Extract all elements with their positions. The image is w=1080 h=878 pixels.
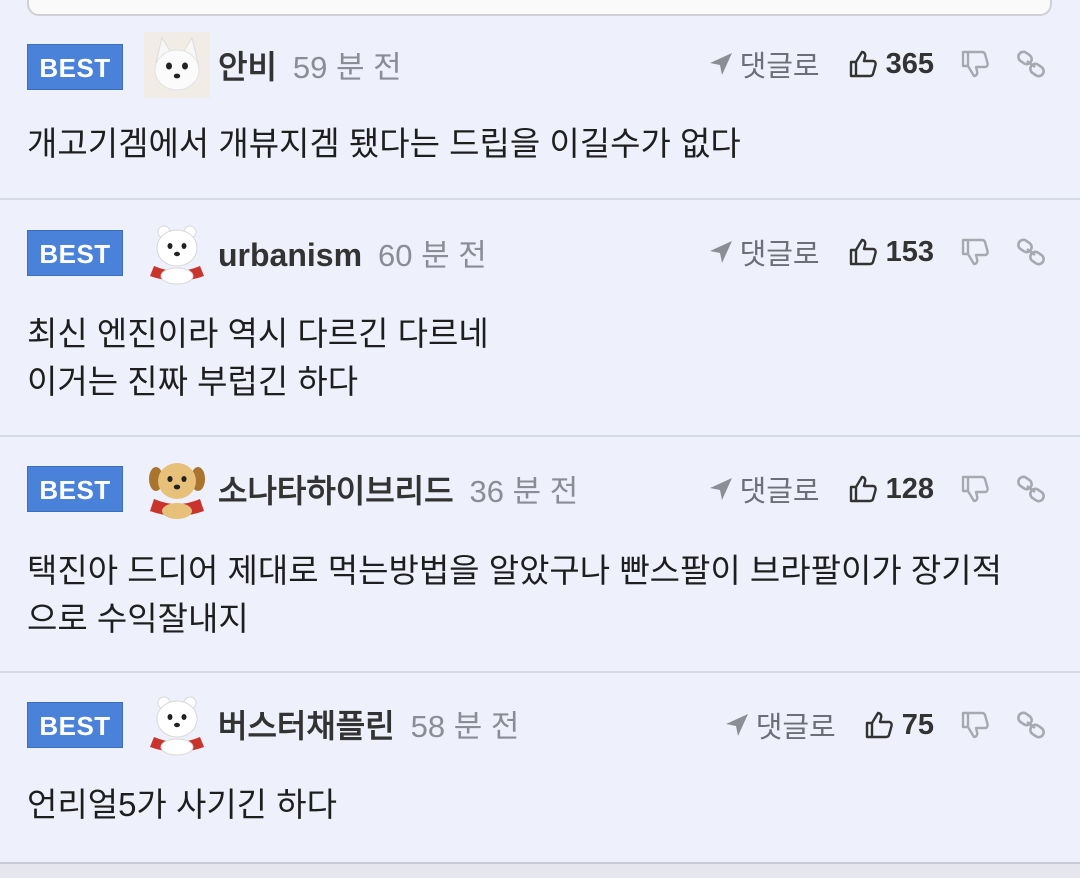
comment-actions: 댓글로 153 xyxy=(708,231,1046,273)
like-count: 153 xyxy=(885,235,934,268)
comment-actions: 댓글로 128 xyxy=(708,468,1046,510)
comment-actions: 댓글로 75 xyxy=(724,704,1046,746)
comment-item: BEST 버스터채플린 58 분 전 댓글로 75 언리얼5가 사기긴 하다 xyxy=(0,673,1080,863)
username-text[interactable]: urbanism xyxy=(218,237,362,273)
reply-button[interactable]: 댓글로 xyxy=(708,468,820,510)
comment-body: 언리얼5가 사기긴 하다 xyxy=(27,786,337,823)
username-text[interactable]: 소나타하이브리드 xyxy=(218,473,454,509)
comment-list: BEST 안비 59 분 전 댓글로 365 개고기겜에서 개뷰지겜 됐다는 드… xyxy=(0,28,1080,863)
username[interactable]: 소나타하이브리드 36 분 전 xyxy=(218,466,578,512)
share-link-button[interactable] xyxy=(1016,474,1046,504)
send-arrow-icon xyxy=(709,241,732,263)
share-link-button[interactable] xyxy=(1016,710,1046,740)
send-arrow-icon xyxy=(725,714,748,736)
username[interactable]: 안비 59 분 전 xyxy=(218,42,402,88)
thumbs-down-icon xyxy=(961,238,989,266)
send-arrow-icon xyxy=(709,53,732,75)
send-arrow-icon xyxy=(709,478,732,500)
username-text[interactable]: 버스터채플린 xyxy=(218,708,395,744)
like-button[interactable]: 153 xyxy=(848,236,934,269)
comment-body: 개고기겜에서 개뷰지겜 됐다는 드립을 이길수가 없다 xyxy=(27,125,741,162)
dislike-button[interactable] xyxy=(960,49,990,79)
thumbs-up-icon xyxy=(849,475,877,503)
reply-button[interactable]: 댓글로 xyxy=(724,704,836,746)
like-button[interactable]: 75 xyxy=(864,709,934,742)
reply-label: 댓글로 xyxy=(739,476,820,508)
comment-time: 36 분 전 xyxy=(469,474,579,509)
link-icon xyxy=(1017,50,1045,78)
comment-time: 59 분 전 xyxy=(292,50,402,85)
share-link-button[interactable] xyxy=(1016,237,1046,267)
comment-body: 택진아 드디어 제대로 먹는방법을 알았구나 빤스팔이 브라팔이가 장기적 으로… xyxy=(27,552,1002,637)
link-icon xyxy=(1017,238,1045,266)
comment-header: BEST 안비 59 분 전 댓글로 365 xyxy=(0,28,1080,98)
comment-body: 최신 엔진이라 역시 다르긴 다르네 이거는 진짜 부럽긴 하다 xyxy=(27,315,489,400)
comment-actions: 댓글로 365 xyxy=(708,43,1046,85)
previous-content-box xyxy=(27,0,1052,16)
comment-header: BEST 버스터채플린 58 분 전 댓글로 75 xyxy=(0,673,1080,756)
username[interactable]: urbanism 60 분 전 xyxy=(218,230,487,275)
best-badge: BEST xyxy=(27,466,123,512)
thumbs-up-icon xyxy=(865,711,893,739)
username-text[interactable]: 안비 xyxy=(218,49,277,85)
share-link-button[interactable] xyxy=(1016,49,1046,79)
username[interactable]: 버스터채플린 58 분 전 xyxy=(218,701,519,747)
dislike-button[interactable] xyxy=(960,237,990,267)
link-icon xyxy=(1017,711,1045,739)
reply-label: 댓글로 xyxy=(739,51,820,83)
best-badge: BEST xyxy=(27,230,123,276)
link-icon xyxy=(1017,475,1045,503)
like-button[interactable]: 365 xyxy=(848,48,934,81)
like-count: 75 xyxy=(901,708,934,741)
like-count: 128 xyxy=(885,472,934,505)
comment-header: BEST urbanism 60 분 전 댓글로 153 xyxy=(0,200,1080,285)
thumbs-up-icon xyxy=(849,238,877,266)
polar-bear-avatar[interactable] xyxy=(144,691,210,757)
thumbs-down-icon xyxy=(961,475,989,503)
dislike-button[interactable] xyxy=(960,710,990,740)
reply-button[interactable]: 댓글로 xyxy=(708,43,820,85)
thumbs-down-icon xyxy=(961,50,989,78)
like-button[interactable]: 128 xyxy=(848,473,934,506)
puppy-avatar[interactable] xyxy=(144,455,210,521)
comment-item: BEST urbanism 60 분 전 댓글로 153 최신 엔진이라 역시 … xyxy=(0,200,1080,437)
polar-bear-avatar[interactable] xyxy=(144,220,210,286)
comment-item: BEST 소나타하이브리드 36 분 전 댓글로 128 택진아 드디어 제대로… xyxy=(0,437,1080,673)
comment-item: BEST 안비 59 분 전 댓글로 365 개고기겜에서 개뷰지겜 됐다는 드… xyxy=(0,28,1080,200)
thumbs-up-icon xyxy=(849,50,877,78)
best-badge: BEST xyxy=(27,702,123,748)
reply-label: 댓글로 xyxy=(739,239,820,271)
thumbs-down-icon xyxy=(961,711,989,739)
reply-button[interactable]: 댓글로 xyxy=(708,231,820,273)
comment-time: 58 분 전 xyxy=(410,709,520,744)
comment-time: 60 분 전 xyxy=(378,238,487,273)
dislike-button[interactable] xyxy=(960,474,990,504)
comment-header: BEST 소나타하이브리드 36 분 전 댓글로 128 xyxy=(0,437,1080,519)
reply-label: 댓글로 xyxy=(755,712,836,744)
white-fox-avatar[interactable] xyxy=(144,32,210,98)
like-count: 365 xyxy=(885,47,934,80)
best-badge: BEST xyxy=(27,44,123,90)
